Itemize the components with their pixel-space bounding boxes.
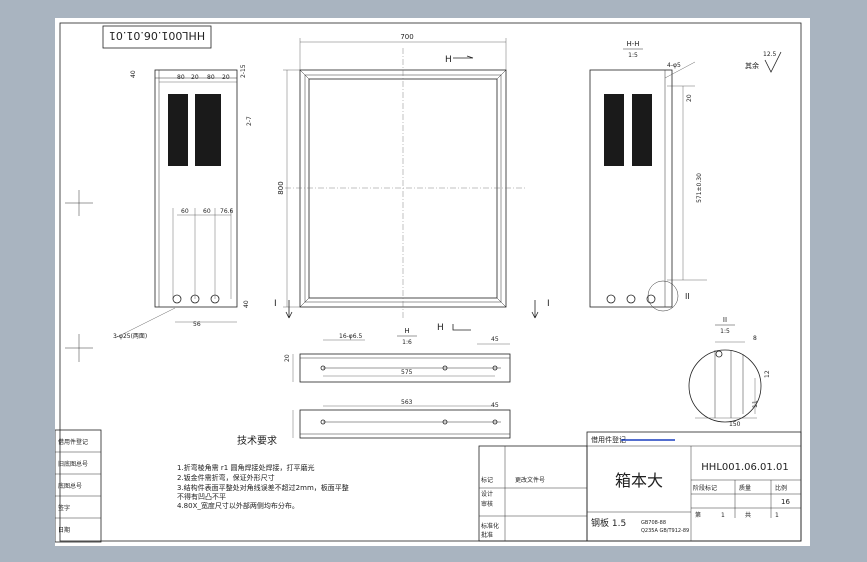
dim-80b: 80 — [207, 74, 215, 81]
vent-slots-side — [604, 94, 652, 166]
standard-2: Q235A GB/T912-89 — [641, 528, 689, 534]
dim-12: 12 — [764, 370, 771, 378]
part-name: 箱本大 — [615, 471, 663, 490]
tech-note-3: 3.结构件表面平整处对角线误差不超过2mm，板面平整 — [177, 483, 349, 492]
dim-20a: 20 — [191, 74, 199, 81]
section-hh-marker: H — [404, 327, 409, 335]
title-block: 借用件登记 标记 更改文件号 设计 审核 标准化 批准 箱本大 钢板 1.5 G… — [478, 431, 802, 542]
tb-sheet: 第 — [695, 511, 701, 519]
dim-holes-3: 3-φ25(两面) — [113, 333, 147, 340]
dim-60b: 60 — [203, 208, 211, 215]
register-1: 借用件登记 — [58, 438, 88, 446]
dim-45b: 45 — [491, 402, 499, 409]
register-2: 旧底图总号 — [58, 460, 88, 468]
tb-design: 设计 — [481, 490, 493, 498]
roughness-symbol: 其余 12.5 — [745, 51, 782, 73]
roughness-label: 其余 — [745, 61, 759, 70]
sheet-total: 1 — [775, 512, 779, 519]
dim-40: 40 — [130, 70, 137, 78]
dim-8: 8 — [753, 335, 757, 342]
marker-h-bottom: H — [437, 323, 444, 333]
left-register: 借用件登记 旧底图总号 底图总号 签字 日期 — [54, 429, 102, 543]
side-view-outline — [589, 69, 673, 308]
usage-label: 借用件登记 — [591, 435, 626, 444]
dim-575: 575 — [401, 369, 413, 376]
sheet-no: 1 — [721, 512, 725, 519]
dim-holes-16: 16-φ6.5 — [339, 333, 362, 340]
dim-7: 2-7 — [246, 116, 253, 126]
dim-700: 700 — [400, 33, 413, 41]
dim-150: 150 — [729, 421, 741, 428]
tech-note-1: 1.折弯棱角需 r1 圆角焊接处焊接，打平磨光 — [177, 463, 314, 472]
tech-note-2: 2.钣金件需折弯，保证外形尺寸 — [177, 473, 275, 482]
engineering-drawing: HHL001.06.01.01 80 20 80 20 40 2-15 2-7 … — [54, 22, 802, 543]
tb-standardize: 标准化 — [481, 522, 499, 530]
marker-i-right: I — [547, 299, 550, 309]
tb-stage: 阶段标记 — [693, 484, 717, 492]
section-hh-scale: 1:6 — [402, 339, 412, 346]
marker-i-left: I — [274, 299, 277, 309]
dim-56: 56 — [193, 321, 201, 328]
detail-ii-scale: 1:5 — [720, 328, 730, 335]
dim-76-6: 76.6 — [220, 208, 234, 215]
roughness-value: 12.5 — [763, 51, 777, 58]
tech-title: 技术要求 — [237, 434, 277, 447]
dim-571: 571±0.30 — [696, 173, 703, 203]
drawing-sheet: HHL001.06.01.01 80 20 80 20 40 2-15 2-7 … — [54, 18, 810, 546]
quantity: 16 — [781, 498, 790, 506]
detail-ii-view: II 1:5 8 11 150 12 — [688, 316, 771, 428]
tb-change-doc: 更改文件号 — [515, 476, 545, 484]
tb-weight: 质量 — [739, 484, 751, 492]
dim-20c: 20 — [686, 94, 693, 102]
vent-slots-front-left — [168, 94, 221, 166]
detail-ii-outline — [688, 349, 762, 423]
side-view-title: H-H — [626, 40, 639, 48]
drawing-number: HHL001.06.01.01 — [701, 462, 788, 473]
dim-563: 563 — [401, 399, 413, 406]
dim-80a: 80 — [177, 74, 185, 81]
front-view: 80 20 80 20 40 2-15 2-7 40 60 60 76.6 56… — [113, 64, 253, 340]
register-3: 底图总号 — [58, 482, 82, 490]
detail-ii-title: II — [723, 316, 727, 324]
dim-40b: 40 — [243, 300, 250, 308]
material: 钢板 1.5 — [591, 517, 626, 529]
standard-1: GB708-88 — [641, 520, 666, 526]
left-crosshairs — [65, 190, 93, 362]
tb-mark: 标记 — [481, 476, 493, 484]
dim-15: 2-15 — [240, 64, 247, 78]
dim-20d: 20 — [284, 354, 291, 362]
dim-11: 11 — [752, 400, 759, 408]
marker-h-top: H — [445, 55, 452, 65]
side-view-scale: 1:5 — [628, 52, 638, 59]
main-view: 700 800 H H I I — [274, 33, 550, 333]
drawing-number-top: HHL001.06.01.01 — [109, 29, 205, 42]
tb-approve: 批准 — [481, 531, 493, 539]
side-view: H-H 1:5 II 4-φ5 571±0.30 20 — [589, 40, 707, 312]
dim-hole-4: 4-φ5 — [667, 62, 681, 69]
dim-60a: 60 — [181, 208, 189, 215]
tb-total: 共 — [745, 511, 751, 519]
tech-note-5: 4.80X_宽度尺寸以外部两侧均布分布。 — [177, 501, 299, 510]
dim-20b: 20 — [222, 74, 230, 81]
tb-scale: 比例 — [775, 484, 787, 492]
register-4: 签字 — [58, 504, 70, 512]
tb-check: 审核 — [481, 500, 493, 508]
marker-ii: II — [685, 292, 690, 301]
tech-requirements: 技术要求 1.折弯棱角需 r1 圆角焊接处焊接，打平磨光 2.钣金件需折弯，保证… — [177, 434, 349, 510]
dim-45a: 45 — [491, 336, 499, 343]
register-5: 日期 — [58, 526, 70, 534]
tech-note-4: 不得有凹凸不平 — [177, 492, 226, 501]
detail-ii-circle — [647, 280, 679, 312]
dim-800: 800 — [277, 181, 285, 194]
section-h-view: H 1:6 16-φ6.5 575 563 45 45 20 — [284, 327, 511, 439]
front-holes — [172, 294, 220, 304]
